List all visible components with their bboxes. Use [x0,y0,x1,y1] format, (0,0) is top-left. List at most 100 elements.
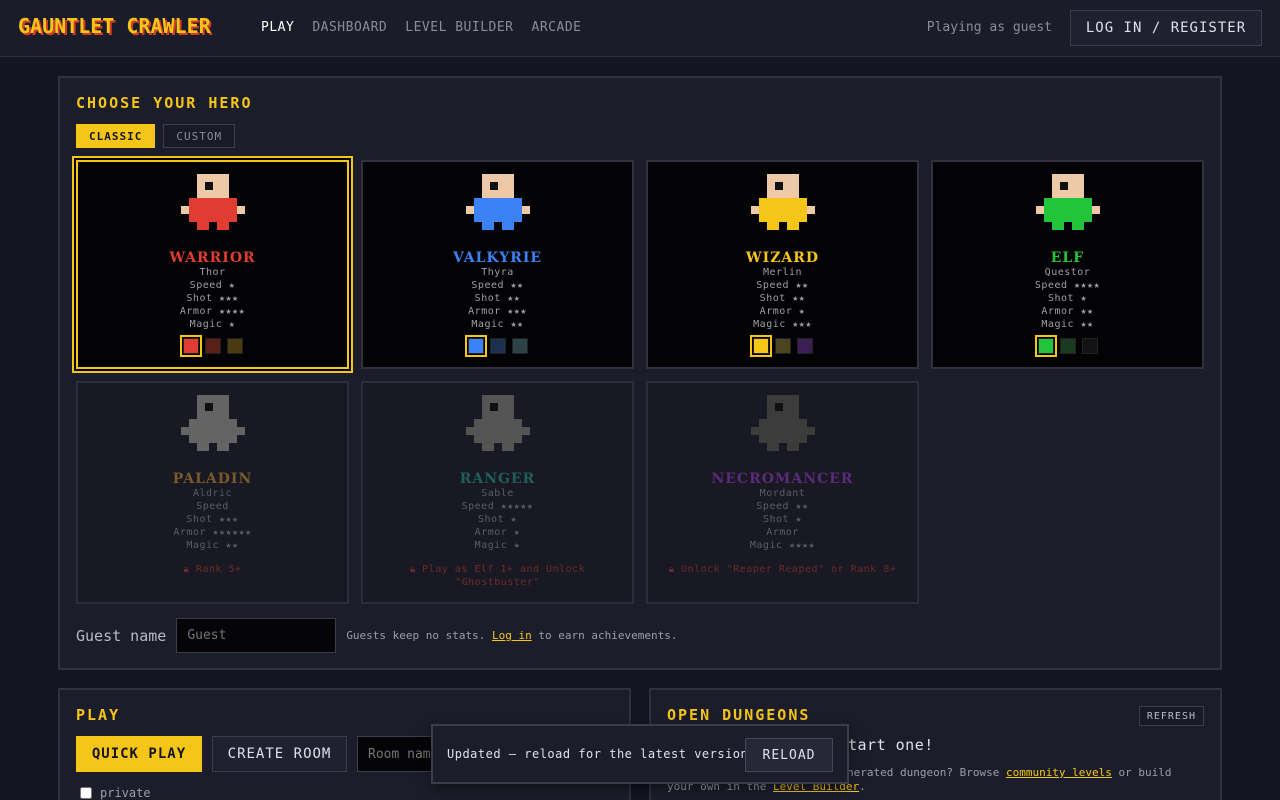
unlock-requirement: 🔒︎ Unlock "Reaper Reaped" or Rank 8+ [658,563,907,576]
hero-sprite-icon [465,395,530,451]
color-swatches [363,335,632,357]
hero-sprite-icon [465,174,530,230]
color-swatch[interactable] [1034,335,1057,357]
hero-alias: Thyra [481,267,514,278]
dungeons-help-middle: or build [1111,766,1172,779]
hero-sprite-icon [750,395,815,451]
quick-play-button[interactable]: QUICK PLAY [76,736,202,772]
hero-alias: Aldric [192,488,233,499]
login-link[interactable]: Log in [492,629,532,642]
dungeons-empty-text: tart one! [848,736,934,754]
hero-card-necromancer[interactable]: NECROMANCER Mordant Speed ★★ Shot ★ Armor Mag… [646,381,919,604]
color-swatches [648,335,917,357]
hero-speed: Speed ★★ [471,280,524,291]
play-panel-title: PLAY [76,706,121,724]
nav-level-builder[interactable]: LEVEL BUILDER [405,20,513,35]
hero-speed: Speed ★★ [756,501,809,512]
hero-armor: Armor ★ [759,306,806,317]
hero-armor: Armor ★ [474,527,521,538]
color-swatch[interactable] [796,338,813,354]
hero-card-elf[interactable]: ELF Questor Speed ★★★★ Shot ★ Armor ★★ Magic … [931,160,1204,369]
hero-card-wizard[interactable]: WIZARD Merlin Speed ★★ Shot ★★ Armor ★ Magic … [646,160,919,369]
hero-armor: Armor ★★★★ [179,306,246,317]
hero-name: VALKYRIE [452,250,543,266]
color-swatch[interactable] [749,335,772,357]
private-option: private [80,786,151,800]
hero-speed: Speed [196,501,229,512]
hero-sprite-icon [750,174,815,230]
hero-magic: Magic ★★★★ [749,540,816,551]
hero-magic: Magic ★★ [1041,319,1094,330]
hero-shot: Shot ★ [1047,293,1088,304]
hero-magic: Magic ★ [189,319,236,330]
reload-button[interactable]: RELOAD [745,738,833,772]
guest-name-input[interactable] [176,618,337,653]
toast-message: Updated — reload for the latest version. [447,747,756,761]
color-swatch[interactable] [1081,338,1098,354]
top-bar: GAUNTLET CRAWLER PLAY DASHBOARD LEVEL BU… [0,0,1280,57]
color-swatch[interactable] [226,338,243,354]
hero-armor: Armor [766,527,799,538]
hero-name: PALADIN [172,471,253,487]
tab-custom[interactable]: CUSTOM [163,124,236,148]
hero-sprite-icon [1035,174,1100,230]
login-register-button[interactable]: LOG IN / REGISTER [1070,10,1262,46]
hero-alias: Thor [199,267,226,278]
nav-dashboard[interactable]: DASHBOARD [312,20,387,35]
guest-status: Playing as guest [926,20,1052,35]
main-nav: PLAY DASHBOARD LEVEL BUILDER ARCADE [261,20,599,35]
hero-card-warrior[interactable]: WARRIOR Thor Speed ★ Shot ★★★ Armor ★★★★ Magi… [76,160,349,369]
private-label: private [100,786,151,800]
private-checkbox[interactable] [80,787,92,799]
hero-name: NECROMANCER [711,471,854,487]
app-logo[interactable]: GAUNTLET CRAWLER [18,14,211,38]
nav-arcade[interactable]: ARCADE [532,20,582,35]
color-swatches [78,335,347,357]
refresh-button[interactable]: REFRESH [1138,706,1204,726]
hero-card-paladin[interactable]: PALADIN Aldric Speed Shot ★★★ Armor ★★★★★★ Ma… [76,381,349,604]
update-toast: Updated — reload for the latest version.… [431,724,849,784]
lock-icon: 🔒︎ [409,564,423,575]
guest-hint-tail: to earn achievements. [531,629,678,642]
hero-armor: Armor ★★ [1041,306,1094,317]
guest-name-row: Guest name Guests keep no stats. Log in … [76,618,677,653]
dungeons-panel-title: OPEN DUNGEONS [667,706,811,724]
hero-sprite-icon [180,395,245,451]
dungeons-help-start: nerated dungeon? Browse [847,766,1006,779]
hero-panel-title: CHOOSE YOUR HERO [76,94,253,112]
guest-name-label: Guest name [76,626,167,645]
nav-play[interactable]: PLAY [261,20,294,35]
color-swatch[interactable] [464,335,487,357]
unlock-text: Unlock "Reaper Reaped" or Rank 8+ [681,564,897,575]
color-swatch[interactable] [204,338,221,354]
hero-magic: Magic ★★★ [753,319,812,330]
color-swatch[interactable] [1059,338,1076,354]
color-swatch[interactable] [489,338,506,354]
hero-card-ranger[interactable]: RANGER Sable Speed ★★★★★ Shot ★ Armor ★ Magic… [361,381,634,604]
tab-classic[interactable]: CLASSIC [76,124,156,148]
hero-name: ELF [1050,250,1085,266]
guest-hint: Guests keep no stats. Log in to earn ach… [346,629,677,642]
community-levels-link[interactable]: community levels [1006,766,1112,779]
hero-magic: Magic ★ [474,540,521,551]
hero-shot: Shot ★ [477,514,518,525]
dungeons-help-end: . [859,780,866,793]
color-swatch[interactable] [179,335,202,357]
color-swatch[interactable] [511,338,528,354]
hero-shot: Shot ★ [762,514,803,525]
color-swatches [933,335,1202,357]
hero-armor: Armor ★★★ [468,306,527,317]
unlock-requirement: 🔒︎ Play as Elf 1+ and Unlock "Ghostbuste… [373,563,622,589]
hero-alias: Sable [481,488,514,499]
hero-card-valkyrie[interactable]: VALKYRIE Thyra Speed ★★ Shot ★★ Armor ★★★ Mag… [361,160,634,369]
hero-shot: Shot ★★ [474,293,521,304]
color-swatch[interactable] [774,338,791,354]
hero-speed: Speed ★★ [756,280,809,291]
hero-alias: Mordant [759,488,806,499]
lock-icon: 🔒︎ [668,564,682,575]
guest-hint-text: Guests keep no stats. [346,629,493,642]
hero-speed: Speed ★★★★ [1034,280,1101,291]
hero-shot: Shot ★★★ [186,293,239,304]
create-room-button[interactable]: CREATE ROOM [212,736,347,772]
hero-tabs: CLASSIC CUSTOM [76,124,236,148]
